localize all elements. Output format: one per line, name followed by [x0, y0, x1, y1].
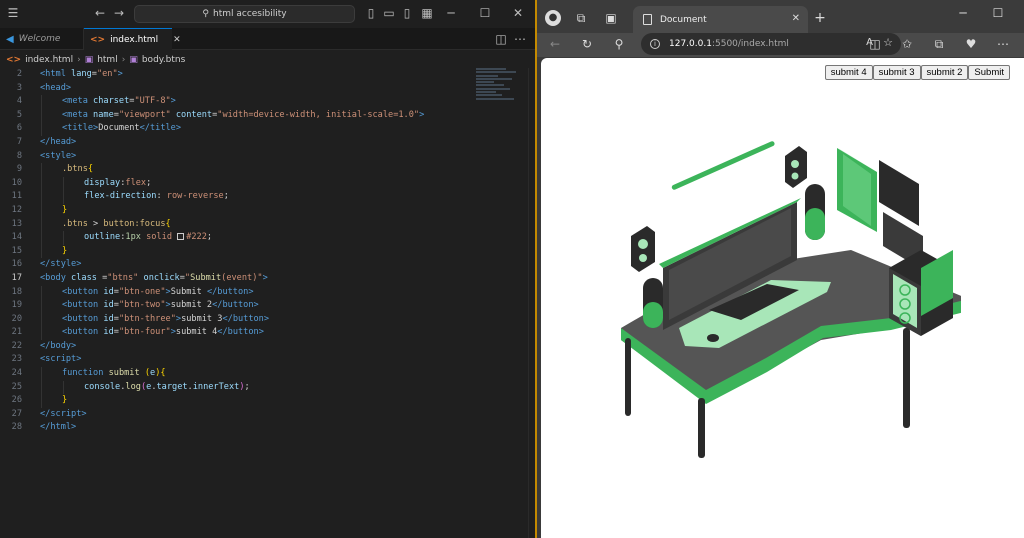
new-tab-icon[interactable]: +	[812, 11, 828, 25]
code-line[interactable]: 22 </body>	[0, 340, 470, 354]
vscode-titlebar: ☰ ← → ⚲ html accesibility ▯ ▭ ▯ ▦ ─ ☐ ✕	[0, 0, 535, 28]
submit-2-button[interactable]: submit 2	[920, 65, 969, 80]
split-editor-icon[interactable]: ◫	[494, 32, 508, 46]
code-line[interactable]: 4 <meta charset="UTF-8">	[0, 95, 470, 109]
cube-icon: ▣	[129, 55, 138, 65]
submit-4-button[interactable]: submit 4	[824, 65, 873, 80]
profile-avatar-icon[interactable]: ●	[545, 10, 561, 26]
search-icon[interactable]: ⚲	[611, 37, 627, 51]
document-icon	[643, 14, 652, 25]
code-line[interactable]: 9 .btns{	[0, 163, 470, 177]
tab-welcome[interactable]: ◀ Welcome	[0, 28, 84, 50]
code-line[interactable]: 14 outline:1px solid #222;	[0, 231, 470, 245]
more-actions-icon[interactable]: ⋯	[513, 32, 527, 46]
tab-index-html[interactable]: <> index.html ✕	[84, 28, 181, 50]
tab-actions-icon[interactable]: ▣	[603, 11, 619, 25]
page-viewport: submit 4 submit 3 submit 2 Submit	[541, 58, 1024, 538]
search-text: html accesibility	[213, 9, 287, 19]
browser-essentials-icon[interactable]: ♥	[963, 37, 979, 51]
code-line[interactable]: 25 console.log(e.target.innerText);	[0, 380, 470, 395]
code-line[interactable]: 26}	[0, 394, 470, 408]
button-row: submit 4 submit 3 submit 2 Submit	[824, 65, 1010, 80]
url-path: :5500/index.html	[711, 39, 789, 49]
back-arrow-icon[interactable]: ←	[547, 37, 563, 51]
code-line[interactable]: 5 <meta name="viewport" content="width=de…	[0, 108, 470, 123]
code-line[interactable]: 13 .btns > button:focus{	[0, 217, 470, 232]
chevron-right-icon: ›	[77, 55, 81, 65]
tab-label: index.html	[110, 34, 159, 45]
breadcrumb-item[interactable]: body.btns	[142, 55, 185, 65]
code-line[interactable]: 23 <script>	[0, 353, 470, 367]
close-icon[interactable]: ✕	[511, 6, 525, 20]
submit-3-button[interactable]: submit 3	[872, 65, 921, 80]
more-menu-icon[interactable]: ⋯	[995, 37, 1011, 51]
code-line[interactable]: 19 <button id="btn-two">submit 2</button>	[0, 299, 470, 313]
chevron-right-icon: ›	[121, 55, 126, 65]
code-line[interactable]: 12}	[0, 203, 470, 218]
breadcrumb-item[interactable]: html	[97, 55, 118, 65]
code-line[interactable]: 21 <button id="btn-four">submit 4</button…	[0, 326, 470, 340]
browser-toolbar: ← ↻ ⚲ i 127.0.0.1:5500/index.html A ☆ ◫ …	[537, 33, 1024, 57]
code-line[interactable]: 10 display:flex;	[0, 176, 470, 191]
code-editor[interactable]: 2 <html lang="en"> 3 <head> 4 <meta charset="…	[0, 68, 470, 435]
minimize-icon[interactable]: ─	[444, 6, 458, 20]
vscode-window: ☰ ← → ⚲ html accesibility ▯ ▭ ▯ ▦ ─ ☐ ✕ …	[0, 0, 535, 538]
forward-arrow-icon[interactable]: →	[112, 6, 126, 20]
toggle-sidebar-icon[interactable]: ▯	[364, 6, 378, 20]
favorites-icon[interactable]: ✩	[899, 37, 915, 51]
tab-label: Welcome	[18, 34, 61, 44]
code-line[interactable]: 28 </html>	[0, 421, 470, 435]
code-line[interactable]: 11 flex-direction: row-reverse;	[0, 190, 470, 204]
site-info-icon[interactable]: i	[650, 39, 660, 49]
code-line[interactable]: 15}	[0, 244, 470, 259]
menu-icon[interactable]: ☰	[6, 6, 20, 20]
url-host: 127.0.0.1	[669, 39, 712, 49]
code-line[interactable]: 2 <html lang="en">	[0, 68, 470, 82]
customize-layout-icon[interactable]: ▦	[420, 6, 434, 20]
close-tab-icon[interactable]: ✕	[792, 13, 800, 24]
code-line[interactable]: 17 <body class ="btns" onclick="Submit(ev…	[0, 272, 470, 286]
code-line[interactable]: 27 </script>	[0, 408, 470, 422]
code-line[interactable]: 3 <head>	[0, 82, 470, 96]
address-bar[interactable]: i 127.0.0.1:5500/index.html A ☆	[641, 33, 901, 55]
minimap[interactable]	[476, 68, 522, 108]
collections-icon[interactable]: ⧉	[931, 37, 947, 51]
command-center-search[interactable]: ⚲ html accesibility	[134, 5, 355, 23]
cube-icon: ▣	[84, 55, 94, 65]
search-icon: ⚲	[202, 9, 209, 19]
toggle-panel-icon[interactable]: ▭	[382, 6, 396, 20]
maximize-icon[interactable]: ☐	[478, 6, 492, 20]
refresh-icon[interactable]: ↻	[579, 37, 595, 51]
code-line[interactable]: 18 <button id="btn-one">Submit </button>	[0, 285, 470, 300]
editor-tabs: ◀ Welcome <> index.html ✕ ◫ ⋯	[0, 28, 535, 50]
vscode-logo-icon: ◀	[6, 33, 14, 45]
toggle-secondary-sidebar-icon[interactable]: ▯	[400, 6, 414, 20]
code-line[interactable]: 20 <button id="btn-three">submit 3</butto…	[0, 312, 470, 327]
code-line[interactable]: 7 </head>	[0, 136, 470, 150]
code-line[interactable]: 24 function submit (e){	[0, 367, 470, 381]
close-tab-icon[interactable]: ✕	[173, 35, 181, 45]
favorite-star-icon[interactable]: ☆	[883, 36, 893, 49]
gaming-desk-illustration	[621, 141, 961, 458]
editor-scrollbar[interactable]	[528, 68, 535, 538]
html-file-icon: <>	[6, 55, 22, 65]
code-line[interactable]: 8 <style>	[0, 150, 470, 164]
back-arrow-icon[interactable]: ←	[93, 6, 107, 20]
workspaces-icon[interactable]: ⧉	[573, 11, 589, 25]
screen: ☰ ← → ⚲ html accesibility ▯ ▭ ▯ ▦ ─ ☐ ✕ …	[0, 0, 1024, 538]
breadcrumb-item[interactable]: index.html	[25, 55, 73, 65]
minimize-icon[interactable]: ─	[955, 6, 971, 20]
breadcrumb: <> index.html › ▣ html › ▣ body.btns	[0, 51, 535, 69]
browser-titlebar: ● ⧉ ▣ Document ✕ + ─ ☐	[537, 0, 1024, 33]
code-line[interactable]: 16 </style>	[0, 258, 470, 272]
tab-title: Document	[660, 14, 707, 25]
tab-document[interactable]: Document ✕	[633, 6, 808, 33]
submit-button[interactable]: Submit	[968, 65, 1010, 80]
split-screen-icon[interactable]: ◫	[867, 37, 883, 51]
code-line[interactable]: 6 <title>Document</title>	[0, 122, 470, 136]
maximize-icon[interactable]: ☐	[990, 6, 1006, 20]
browser-window: ● ⧉ ▣ Document ✕ + ─ ☐ ← ↻ ⚲ i 127.0.0.1…	[535, 0, 1024, 538]
html-file-icon: <>	[90, 34, 106, 45]
